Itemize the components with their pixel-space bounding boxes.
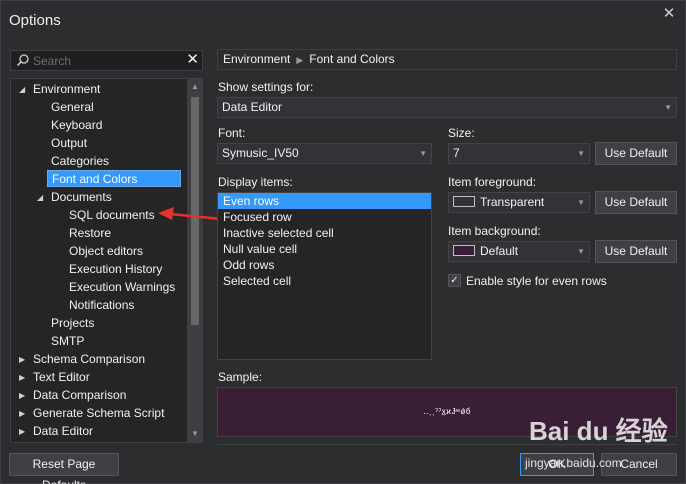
tree-item-label: Generate Schema Script xyxy=(33,406,165,420)
collapsed-arrow-icon[interactable]: ▶ xyxy=(19,405,25,422)
breadcrumb-part[interactable]: Environment xyxy=(223,52,290,66)
expanded-arrow-icon[interactable]: ◢ xyxy=(37,189,43,206)
tree-item-label: Environment xyxy=(33,82,101,96)
collapsed-arrow-icon[interactable]: ▶ xyxy=(19,387,25,404)
tree-item-projects[interactable]: Projects xyxy=(51,315,94,332)
scroll-up-icon[interactable]: ▲ xyxy=(187,80,202,94)
tree-scrollbar[interactable]: ▲ ▼ xyxy=(187,79,202,442)
expanded-arrow-icon[interactable]: ◢ xyxy=(19,81,25,98)
combo-value: Transparent xyxy=(480,195,545,209)
breadcrumb-separator-icon: ▶ xyxy=(296,55,304,65)
combo-value: Data Editor xyxy=(222,100,283,114)
chevron-down-icon: ▼ xyxy=(577,247,585,256)
enable-style-checkbox[interactable]: ✓ xyxy=(448,274,461,287)
tree-item-categories[interactable]: Categories xyxy=(51,153,109,170)
size-combo[interactable]: 7 ▼ xyxy=(448,143,590,164)
tree-item-general[interactable]: General xyxy=(51,99,94,116)
chevron-down-icon: ▼ xyxy=(419,149,427,158)
color-swatch xyxy=(453,196,475,207)
tree-item-schema-comparison[interactable]: ▶ Schema Comparison xyxy=(19,351,146,368)
clear-search-icon[interactable]: ✕ xyxy=(186,51,199,69)
tree-item-data-editor[interactable]: ▶ Data Editor xyxy=(19,423,94,440)
watermark-url: jingyan.baidu.com xyxy=(525,456,622,470)
show-settings-combo[interactable]: Data Editor ▼ xyxy=(217,97,677,118)
list-item[interactable]: Null value cell xyxy=(218,241,431,257)
collapsed-arrow-icon[interactable]: ▶ xyxy=(19,423,25,440)
options-tree: ◢ Environment General Keyboard Output Ca… xyxy=(10,78,203,443)
item-foreground-label: Item foreground: xyxy=(448,175,537,189)
reset-page-defaults-button[interactable]: Reset Page Defaults xyxy=(9,453,119,484)
chevron-down-icon: ▼ xyxy=(577,149,585,158)
list-item[interactable]: Focused row xyxy=(218,209,431,225)
search-icon xyxy=(16,54,29,67)
tree-item-label: Text Editor xyxy=(33,370,90,384)
tree-item-text-editor[interactable]: ▶ Text Editor xyxy=(19,369,90,386)
list-item[interactable]: Inactive selected cell xyxy=(218,225,431,241)
watermark-logo: Bai du 经验 xyxy=(529,416,668,446)
font-combo[interactable]: Symusic_IV50 ▼ xyxy=(217,143,432,164)
collapsed-arrow-icon[interactable]: ▶ xyxy=(19,369,25,386)
tree-item-output[interactable]: Output xyxy=(51,135,87,152)
color-swatch xyxy=(453,245,475,256)
enable-style-label[interactable]: Enable style for even rows xyxy=(466,274,607,288)
tree-item-label: Schema Comparison xyxy=(33,352,146,366)
size-use-default-button[interactable]: Use Default xyxy=(595,142,677,165)
chevron-down-icon: ▼ xyxy=(664,103,672,112)
tree-item-label: Documents xyxy=(51,190,112,204)
display-items-label: Display items: xyxy=(218,175,293,189)
font-label: Font: xyxy=(218,126,246,140)
combo-value: Default xyxy=(480,244,519,258)
list-item[interactable]: Even rows xyxy=(218,193,431,209)
combo-value: Symusic_IV50 xyxy=(222,146,299,160)
list-item[interactable]: Selected cell xyxy=(218,273,431,289)
tree-item-execution-warnings[interactable]: Execution Warnings xyxy=(69,279,175,296)
chevron-down-icon: ▼ xyxy=(577,198,585,207)
tree-item-label: Data Comparison xyxy=(33,388,127,402)
foreground-use-default-button[interactable]: Use Default xyxy=(595,191,677,214)
tree-item-smtp[interactable]: SMTP xyxy=(51,333,84,350)
breadcrumb-part: Font and Colors xyxy=(309,52,395,66)
options-dialog: Options ✕ ✕ ◢ Environment General Keyboa… xyxy=(0,0,686,484)
close-icon[interactable]: ✕ xyxy=(659,5,679,25)
sample-label: Sample: xyxy=(218,370,263,384)
tree-item-sql-documents[interactable]: SQL documents xyxy=(69,207,155,224)
tree-item-generate-schema-script[interactable]: ▶ Generate Schema Script xyxy=(19,405,165,422)
tree-item-restore[interactable]: Restore xyxy=(69,225,111,242)
tree-item-object-editors[interactable]: Object editors xyxy=(69,243,143,260)
search-box: ✕ xyxy=(10,50,203,71)
breadcrumb: Environment ▶ Font and Colors xyxy=(217,49,677,70)
tree-item-keyboard[interactable]: Keyboard xyxy=(51,117,102,134)
item-background-label: Item background: xyxy=(448,224,541,238)
tree-item-font-and-colors[interactable]: Font and Colors xyxy=(47,170,181,187)
item-foreground-combo[interactable]: Transparent ▼ xyxy=(448,192,590,213)
search-input[interactable] xyxy=(33,52,183,69)
tree-item-documents[interactable]: ◢ Documents xyxy=(37,189,112,206)
item-background-combo[interactable]: Default ▼ xyxy=(448,241,590,262)
tree-item-environment[interactable]: ◢ Environment xyxy=(19,81,101,98)
background-use-default-button[interactable]: Use Default xyxy=(595,240,677,263)
tree-item-execution-history[interactable]: Execution History xyxy=(69,261,162,278)
dialog-title: Options xyxy=(9,12,61,29)
combo-value: 7 xyxy=(453,146,460,160)
tree-item-notifications[interactable]: Notifications xyxy=(69,297,134,314)
display-items-list[interactable]: Even rows Focused row Inactive selected … xyxy=(217,192,432,360)
size-label: Size: xyxy=(448,126,475,140)
scroll-down-icon[interactable]: ▼ xyxy=(187,427,202,441)
tree-item-label: Data Editor xyxy=(33,424,94,438)
show-settings-label: Show settings for: xyxy=(218,80,314,94)
list-item[interactable]: Odd rows xyxy=(218,257,431,273)
tree-item-data-comparison[interactable]: ▶ Data Comparison xyxy=(19,387,127,404)
collapsed-arrow-icon[interactable]: ▶ xyxy=(19,351,25,368)
